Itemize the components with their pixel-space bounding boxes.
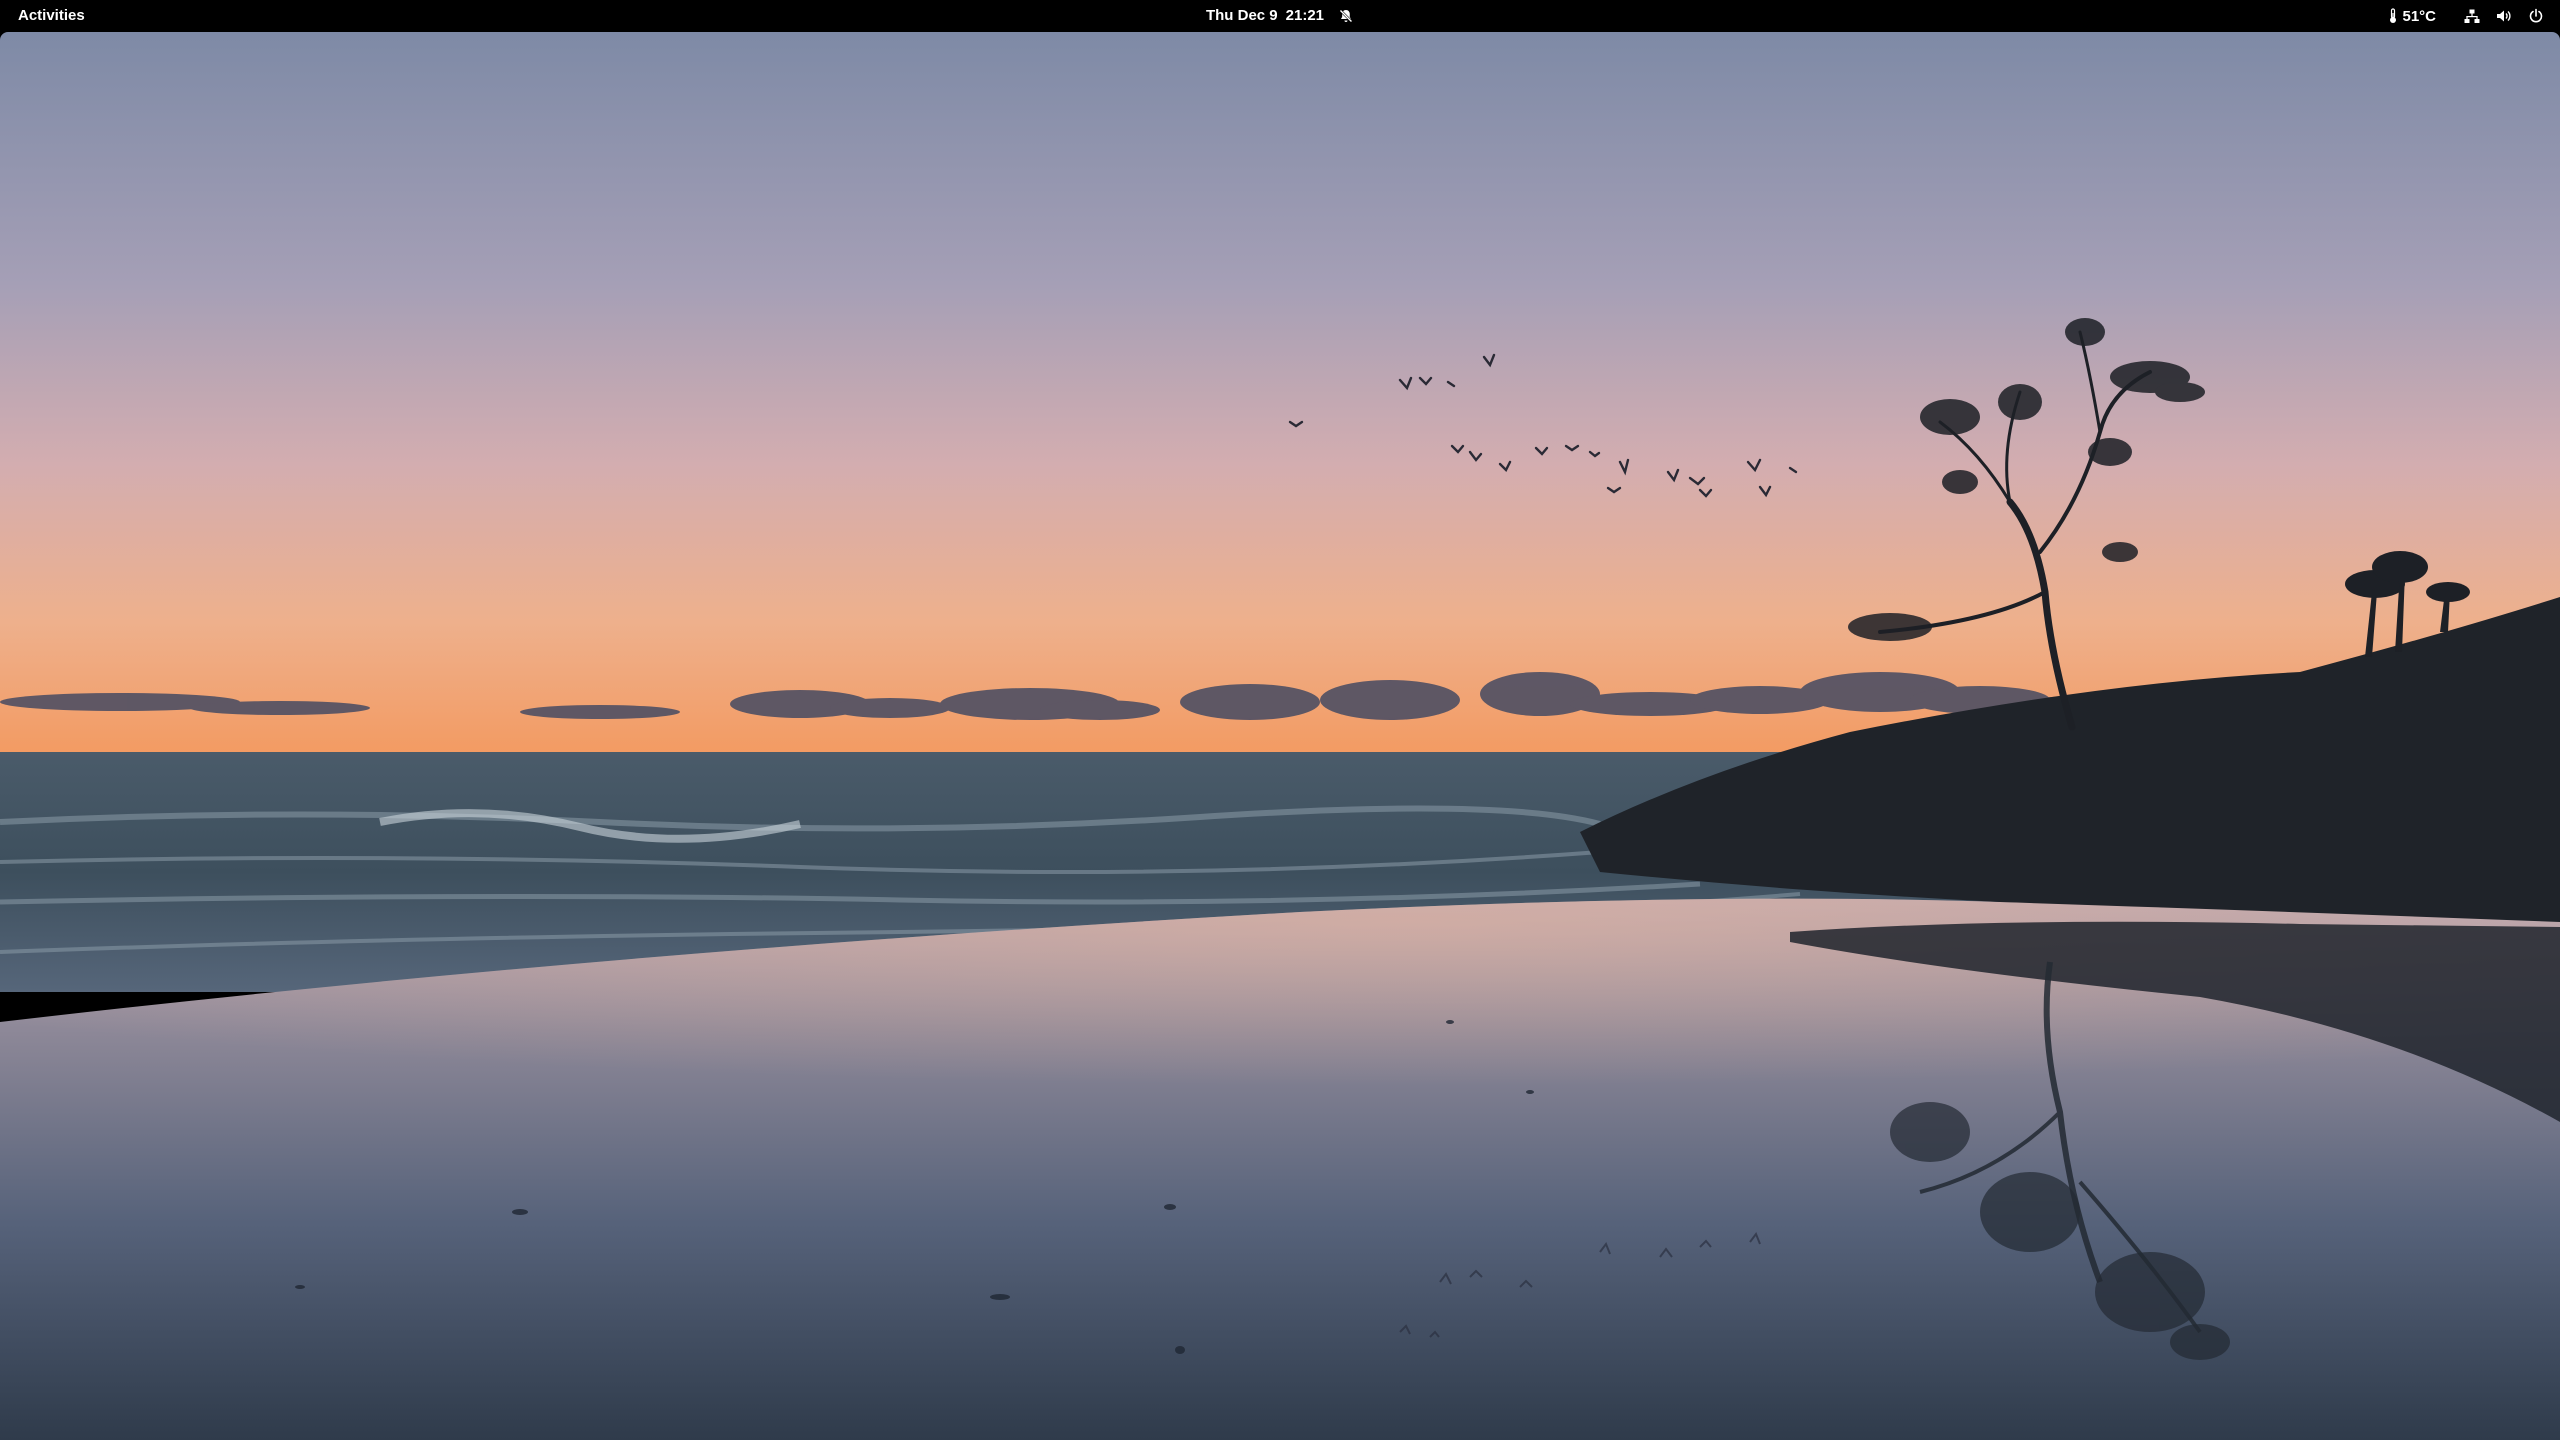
system-menu-button[interactable] [2458, 0, 2550, 32]
top-bar: Activities Thu Dec 9 21:21 51°C [0, 0, 2560, 32]
volume-icon [2496, 8, 2512, 24]
thermometer-icon [2388, 8, 2398, 24]
temperature-indicator[interactable]: 51°C [2382, 0, 2442, 32]
power-icon [2528, 8, 2544, 24]
time-label: 21:21 [1285, 7, 1325, 24]
activities-button[interactable]: Activities [10, 0, 93, 32]
beach-sunset-wallpaper [0, 32, 2560, 1440]
desktop-background [0, 32, 2560, 1440]
system-tray: 51°C [2382, 0, 2550, 32]
desktop-screen: Activities Thu Dec 9 21:21 51°C [0, 0, 2560, 1440]
network-wired-icon [2464, 8, 2480, 24]
temperature-label: 51°C [2402, 7, 2436, 25]
notifications-disabled-icon [1338, 8, 1354, 24]
date-label: Thu Dec 9 [1205, 7, 1278, 24]
clock-button[interactable]: Thu Dec 9 21:21 [1196, 0, 1364, 32]
